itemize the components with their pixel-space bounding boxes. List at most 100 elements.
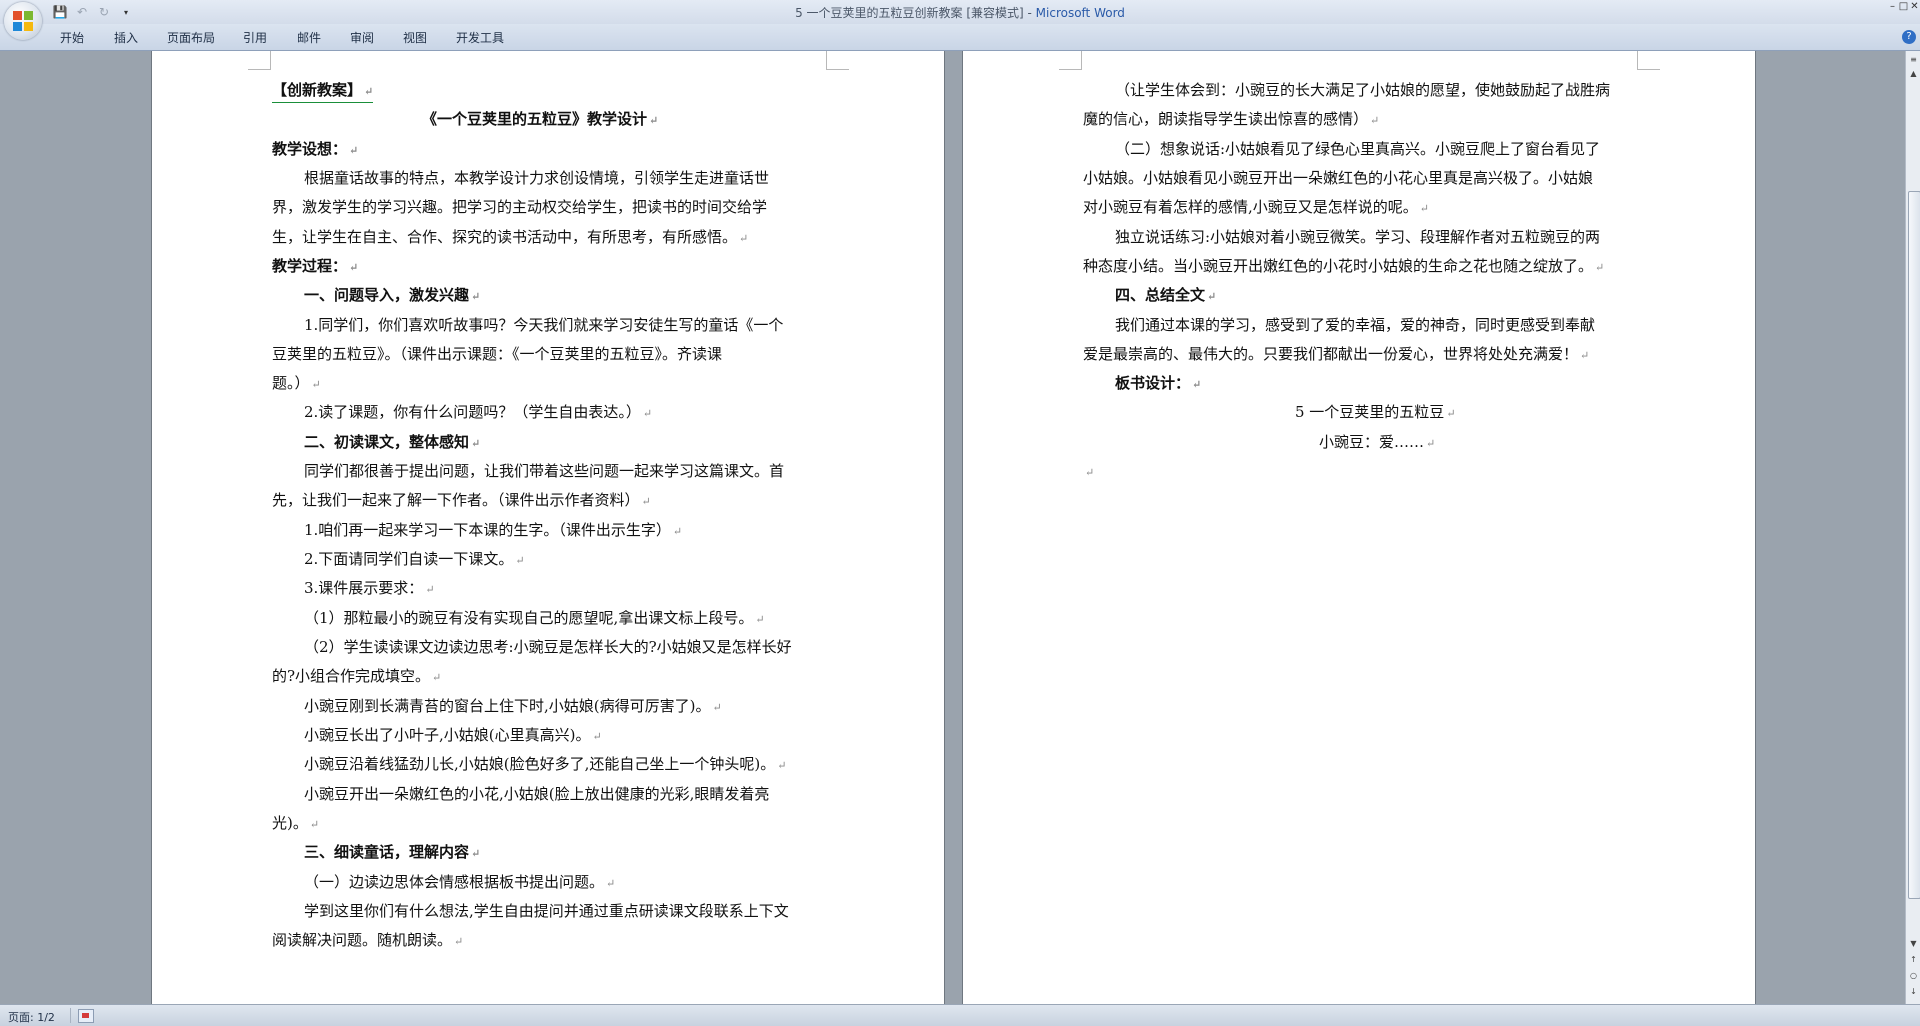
paragraph-mark-icon: ↵: [1192, 378, 1202, 391]
margin-corner-mark: [826, 51, 849, 70]
select-browse-object-icon[interactable]: ○: [1907, 969, 1920, 982]
paragraph-line: 2.下面请同学们自读一下课文。 ↵: [304, 549, 525, 571]
doc-title-text: 《一个豆荚里的五粒豆》教学设计: [422, 110, 648, 128]
section-heading: 教学过程： ↵: [272, 256, 358, 278]
paragraph-line: 界，激发学生的学习兴趣。把学习的主动权交给学生，把读书的时间交给学: [272, 198, 768, 216]
paragraph-line: 3.课件展示要求： ↵: [304, 578, 435, 600]
tab-view[interactable]: 视图: [403, 29, 427, 46]
paragraph-line-text: 小豌豆沿着线猛劲儿长,小姑娘(脸色好多了,还能自己坐上一个钟头呢)。: [304, 755, 776, 773]
paragraph-line: 2.读了课题，你有什么问题吗？（学生自由表达。） ↵: [304, 402, 652, 424]
paragraph-mark-icon: ↵: [1580, 349, 1590, 362]
section-heading-text: 教学过程：: [272, 257, 348, 275]
minimize-icon[interactable]: –: [1887, 0, 1898, 14]
paragraph-line: 小豌豆刚到长满青苔的窗台上住下时,小姑娘(病得可厉害了)。 ↵: [304, 696, 722, 718]
paragraph-mark-icon: ↵: [349, 261, 359, 274]
vertical-scrollbar[interactable]: ≡ ▲ ▼ ↑ ○ ↓: [1905, 51, 1920, 1004]
paragraph-line: 题。） ↵: [272, 373, 321, 395]
paragraph-mark-icon: ↵: [311, 378, 321, 391]
margin-corner-mark: [1059, 51, 1082, 70]
maximize-icon[interactable]: □: [1898, 0, 1909, 14]
subsection-heading: 二、初读课文，整体感知 ↵: [304, 432, 480, 454]
paragraph-mark-icon: ↵: [309, 818, 320, 831]
paragraph-mark-icon: ↵: [1426, 437, 1436, 450]
paragraph-mark-icon: ↵: [755, 613, 765, 626]
paragraph-line: 先，让我们一起来了解一下作者。（课件出示作者资料） ↵: [272, 490, 651, 512]
subsection-heading-text: 三、细读童话，理解内容: [304, 843, 470, 861]
ribbon-tabs: 开始 插入 页面布局 引用 邮件 审阅 视图 开发工具 ?: [0, 24, 1920, 51]
tab-home[interactable]: 开始: [60, 29, 84, 46]
paragraph-line-text: 2.读了课题，你有什么问题吗？（学生自由表达。）: [304, 403, 641, 421]
paragraph-mark-icon: ↵: [471, 290, 481, 303]
window-controls: – □ ✕: [1887, 0, 1920, 14]
paragraph-line-text: 先，让我们一起来了解一下作者。（课件出示作者资料）: [272, 491, 640, 509]
tab-references[interactable]: 引用: [243, 29, 267, 46]
paragraph-mark-icon: ↵: [649, 114, 659, 127]
doc-title: 《一个豆荚里的五粒豆》教学设计 ↵: [422, 109, 658, 131]
window-title: 5 一个豆荚里的五粒豆创新教案 [兼容模式] - Microsoft Word: [0, 4, 1920, 21]
paragraph-line: 小豌豆开出一朵嫩红色的小花,小姑娘(脸上放出健康的光彩,眼睛发着亮: [304, 785, 770, 803]
scroll-up-icon[interactable]: ▲: [1907, 67, 1920, 80]
scroll-down-icon[interactable]: ▼: [1907, 937, 1920, 950]
title-bar: 💾 ↶ ↻ ▾ 5 一个豆荚里的五粒豆创新教案 [兼容模式] - Microso…: [0, 0, 1920, 24]
paragraph-line: 1.同学们，你们喜欢听故事吗？今天我们就来学习安徒生写的童话《一个: [304, 316, 784, 334]
section-heading: 教学设想： ↵: [272, 139, 358, 161]
paragraph-line: 独立说话练习:小姑娘对着小豌豆微笑。学习、段理解作者对五粒豌豆的两: [1115, 228, 1601, 246]
tab-page-layout[interactable]: 页面布局: [167, 29, 215, 46]
paragraph-line: 根据童话故事的特点，本教学设计力求创设情境，引领学生走进童话世: [304, 169, 770, 187]
paragraph-line-text: 爱是最崇高的、最伟大的。只要我们都献出一份爱心，世界将处处充满爱！: [1083, 345, 1579, 363]
paragraph-line-text: 生，让学生在自主、合作、探究的读书活动中，有所思考，有所感悟。: [272, 228, 738, 246]
status-bar: 页面: 1/2: [0, 1004, 1920, 1026]
paragraph-line: 阅读解决问题。随机朗读。 ↵: [272, 930, 463, 952]
paragraph-line-text: 3.课件展示要求：: [304, 579, 424, 597]
paragraph-line: 同学们都很善于提出问题，让我们带着这些问题一起来学习这篇课文。首: [304, 462, 785, 480]
paragraph-line-text: 魔的信心，朗读指导学生读出惊喜的感情）: [1083, 110, 1369, 128]
paragraph-mark-icon: ↵: [606, 877, 616, 890]
board-design-line: 小豌豆：爱…… ↵: [1319, 432, 1435, 454]
help-icon[interactable]: ?: [1902, 30, 1916, 44]
paragraph-line-text: 阅读解决问题。随机朗读。: [272, 931, 453, 949]
board-design-title-text: 5 一个豆荚里的五粒豆: [1295, 403, 1445, 421]
paragraph-line-text: （一）边读边思体会情感根据板书提出问题。: [304, 873, 605, 891]
document-workspace: 【创新教案】 ↵ 《一个豆荚里的五粒豆》教学设计 ↵ 教学设想： ↵ 根据童话故事的特…: [0, 51, 1905, 1004]
subsection-heading-text: 一、问题导入，激发兴趣: [304, 286, 470, 304]
close-icon[interactable]: ✕: [1909, 0, 1920, 14]
paragraph-mark-icon: ↵: [1595, 261, 1605, 274]
paragraph-mark-icon: ↵: [672, 525, 683, 538]
paragraph-line: （1）那粒最小的豌豆有没有实现自己的愿望呢,拿出课文标上段号。 ↵: [304, 608, 765, 630]
subsection-heading: 一、问题导入，激发兴趣 ↵: [304, 285, 480, 307]
tab-developer[interactable]: 开发工具: [456, 29, 504, 46]
margin-corner-mark: [1637, 51, 1660, 70]
tab-review[interactable]: 审阅: [350, 29, 374, 46]
next-page-icon[interactable]: ↓: [1907, 985, 1920, 998]
paragraph-line: （二）想象说话:小姑娘看见了绿色心里真高兴。小豌豆爬上了窗台看见了: [1115, 140, 1601, 158]
tab-mailings[interactable]: 邮件: [297, 29, 321, 46]
paragraph-mark-icon: ↵: [592, 730, 602, 743]
paragraph-line: 小豌豆长出了小叶子,小姑娘(心里真高兴)。 ↵: [304, 725, 602, 747]
previous-page-icon[interactable]: ↑: [1907, 953, 1920, 966]
office-button[interactable]: [4, 2, 42, 40]
tab-insert[interactable]: 插入: [114, 29, 138, 46]
paragraph-line: 光)。 ↵: [272, 813, 319, 835]
doc-tag: 【创新教案】 ↵: [272, 80, 374, 103]
paragraph-mark-icon: ↵: [471, 847, 481, 860]
page-1[interactable]: 【创新教案】 ↵ 《一个豆荚里的五粒豆》教学设计 ↵ 教学设想： ↵ 根据童话故事的特…: [152, 51, 944, 1004]
paragraph-mark-icon: ↵: [471, 437, 481, 450]
paragraph-mark-icon: ↵: [432, 671, 442, 684]
paragraph-mark-icon: ↵: [1419, 202, 1429, 215]
paragraph-mark-icon: ↵: [777, 759, 787, 772]
subsection-heading-text: 二、初读课文，整体感知: [304, 433, 470, 451]
paragraph-mark-icon: ↵: [515, 554, 525, 567]
page-indicator[interactable]: 页面: 1/2: [8, 1009, 55, 1025]
scrollbar-thumb[interactable]: [1908, 191, 1920, 899]
paragraph-mark-icon: ↵: [1207, 290, 1217, 303]
ruler-toggle-icon[interactable]: ≡: [1907, 53, 1920, 66]
page-2[interactable]: （让学生体会到：小豌豆的长大满足了小姑娘的愿望，使她鼓励起了战胜病 魔的信心，朗…: [963, 51, 1755, 1004]
paragraph-line-text: 种态度小结。当小豌豆开出嫩红色的小花时小姑娘的生命之花也随之绽放了。: [1083, 257, 1594, 275]
paragraph-line: 生，让学生在自主、合作、探究的读书活动中，有所思考，有所感悟。 ↵: [272, 227, 748, 249]
proofing-icon[interactable]: [78, 1009, 94, 1023]
paragraph-mark-icon: ↵: [641, 495, 651, 508]
paragraph-mark-icon: ↵: [1370, 114, 1380, 127]
paragraph-line: （2）学生读读课文边读边思考:小豌豆是怎样长大的?小姑娘又是怎样长好: [304, 638, 792, 656]
paragraph-line: 学到这里你们有什么想法,学生自由提问并通过重点研读课文段联系上下文: [304, 902, 789, 920]
paragraph-mark-icon: ↵: [739, 232, 749, 245]
